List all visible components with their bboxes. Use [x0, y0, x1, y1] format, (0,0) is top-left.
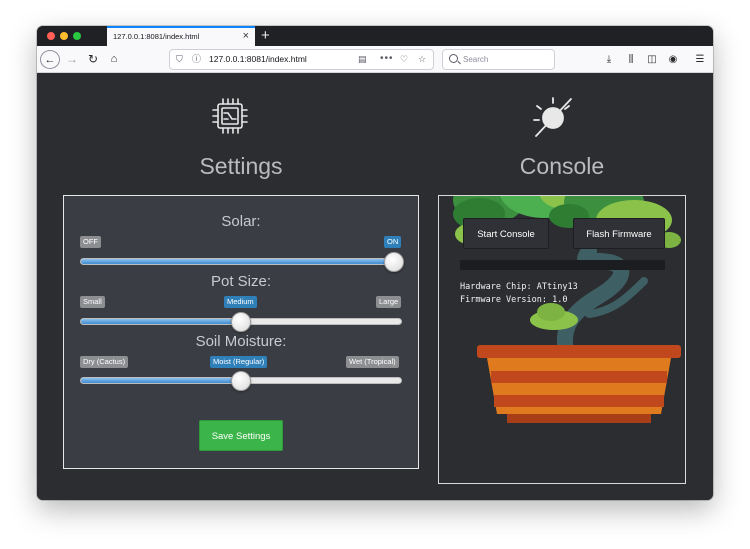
library-icon[interactable]: ⫼	[623, 50, 639, 69]
save-settings-button[interactable]: Save Settings	[199, 420, 283, 451]
flash-firmware-button[interactable]: Flash Firmware	[573, 218, 665, 249]
solar-off-label: OFF	[80, 236, 101, 248]
soil-moisture-slider-thumb[interactable]	[231, 371, 251, 391]
console-output: Hardware Chip: ATtiny13 Firmware Version…	[460, 281, 578, 306]
soil-moisture-slider-fill	[81, 378, 241, 383]
downloads-icon[interactable]: ⤓	[601, 50, 617, 69]
info-icon[interactable]: ⓘ	[192, 50, 201, 69]
home-button[interactable]: ⌂	[105, 50, 123, 69]
reader-view-icon[interactable]: ▤	[358, 50, 367, 69]
start-console-button[interactable]: Start Console	[463, 218, 549, 249]
bookmark-star-icon[interactable]: ☆	[418, 50, 426, 69]
page-actions-icon[interactable]: •••	[380, 50, 394, 67]
soil-moist-label: Moist (Regular)	[210, 356, 268, 368]
settings-panel: Solar: OFF ON Pot Size: Small Medium Lar…	[63, 195, 419, 469]
solar-slider-thumb[interactable]	[384, 252, 404, 272]
console-line: Firmware Version: 1.0	[460, 294, 568, 305]
soil-dry-label: Dry (Cactus)	[80, 356, 129, 368]
tab-close-icon[interactable]: ×	[243, 28, 249, 45]
tab-title: 127.0.0.1:8081/index.html	[113, 32, 200, 41]
close-window-button[interactable]	[47, 32, 55, 40]
pot-size-slider-thumb[interactable]	[231, 312, 251, 332]
solar-slider-fill	[81, 259, 401, 264]
search-input[interactable]: Search	[463, 50, 488, 69]
flash-progress-bar	[460, 260, 665, 270]
minimize-window-button[interactable]	[60, 32, 68, 40]
solar-slider-track[interactable]	[80, 258, 402, 265]
browser-window: 127.0.0.1:8081/index.html × + ← → ↻ ⌂ ⛉ …	[37, 26, 713, 500]
pocket-icon[interactable]: ♡	[400, 50, 408, 69]
pot-size-medium-label: Medium	[224, 296, 257, 308]
search-bar[interactable]: Search	[442, 49, 555, 70]
search-icon	[449, 54, 458, 63]
console-panel: Start Console Flash Firmware Hardware Ch…	[438, 195, 686, 484]
pot-size-small-label: Small	[80, 296, 105, 308]
settings-heading: Settings	[199, 153, 283, 179]
url-text[interactable]: 127.0.0.1:8081/index.html	[209, 50, 307, 69]
solar-on-label: ON	[384, 236, 402, 248]
console-line: Hardware Chip: ATtiny13	[460, 282, 578, 292]
forward-button[interactable]: →	[63, 50, 81, 69]
pot-size-title: Pot Size:	[210, 273, 272, 290]
sidebar-icon[interactable]: ◫	[644, 50, 660, 69]
new-tab-button[interactable]: +	[261, 26, 270, 45]
reload-button[interactable]: ↻	[84, 50, 102, 69]
navigation-bar: ← → ↻ ⌂ ⛉ ⓘ 127.0.0.1:8081/index.html ▤ …	[37, 46, 713, 73]
tab-active[interactable]: 127.0.0.1:8081/index.html ×	[107, 26, 255, 46]
tab-strip: 127.0.0.1:8081/index.html × +	[37, 26, 713, 46]
soil-moisture-title: Soil Moisture:	[195, 333, 287, 350]
solar-title: Solar:	[221, 213, 261, 230]
back-button[interactable]: ←	[40, 50, 60, 69]
zoom-window-button[interactable]	[73, 32, 81, 40]
account-icon[interactable]: ◉	[665, 50, 681, 69]
console-heading: Console	[519, 153, 605, 179]
sun-off-icon	[533, 97, 572, 137]
chip-icon	[212, 98, 248, 134]
pot-size-slider-fill	[81, 319, 241, 324]
page-content: Settings Solar: OFF ON Pot Size: Small M…	[37, 74, 713, 500]
address-bar[interactable]: ⛉ ⓘ 127.0.0.1:8081/index.html ▤ ••• ♡ ☆	[169, 49, 434, 70]
soil-wet-label: Wet (Tropical)	[346, 356, 399, 368]
pot-size-large-label: Large	[376, 296, 402, 308]
menu-icon[interactable]: ☰	[692, 50, 708, 69]
shield-icon[interactable]: ⛉	[176, 50, 183, 69]
